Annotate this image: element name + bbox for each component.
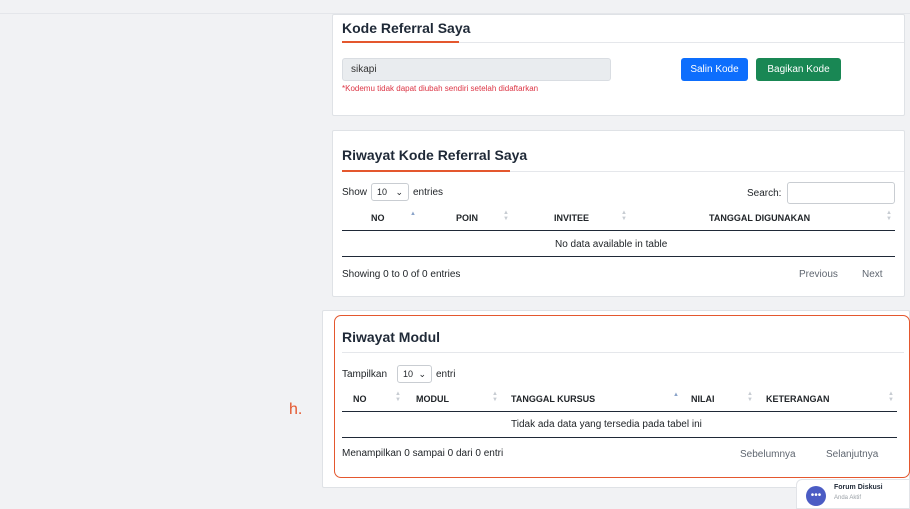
entries-label: entries — [413, 187, 444, 198]
column-header-tanggal-digunakan[interactable]: TANGGAL DIGUNAKAN — [709, 213, 810, 223]
column-header-invitee[interactable]: INVITEE — [554, 213, 589, 223]
entries-select-value: 10 — [403, 369, 414, 379]
annotation-marker: h. — [289, 401, 303, 418]
table-info: Showing 0 to 0 of 0 entries — [342, 269, 461, 280]
show-label: Tampilkan — [342, 369, 388, 380]
sort-icon: ▲ ▼ — [621, 210, 627, 222]
table-header-border — [342, 230, 895, 231]
chevron-down-icon: ⌄ — [395, 186, 403, 197]
chevron-down-icon: ⌄ — [418, 368, 426, 379]
search-label: Search: — [747, 188, 782, 199]
sort-icon: ▲ ▼ — [886, 210, 892, 222]
chat-status: Anda Aktif — [834, 495, 862, 501]
sort-icon: ▲ ▼ — [503, 210, 509, 222]
copy-code-button[interactable]: Salin Kode — [681, 58, 748, 81]
previous-button[interactable]: Previous — [799, 269, 838, 280]
sort-asc-icon: ▲ — [673, 392, 679, 398]
module-history-divider — [342, 352, 904, 353]
chat-title: Forum Diskusi — [834, 484, 883, 491]
empty-table-message: No data available in table — [555, 239, 668, 250]
referral-title-underline — [342, 41, 459, 43]
table-header-border — [342, 411, 897, 412]
column-header-poin[interactable]: POIN — [456, 213, 478, 223]
referral-history-title: Riwayat Kode Referral Saya — [342, 147, 528, 163]
referral-history-title-underline — [342, 170, 510, 172]
referral-note: *Kodemu tidak dapat diubah sendiri setel… — [342, 84, 539, 93]
module-history-title: Riwayat Modul — [342, 329, 441, 345]
show-label: Show — [342, 187, 368, 198]
column-header-modul[interactable]: MODUL — [416, 394, 449, 404]
column-header-tanggal-kursus[interactable]: TANGGAL KURSUS — [511, 394, 595, 404]
column-header-nilai[interactable]: NILAI — [691, 394, 715, 404]
left-panel — [0, 14, 321, 509]
entries-select-value: 10 — [377, 187, 388, 197]
share-code-button[interactable]: Bagikan Kode — [756, 58, 841, 81]
next-button[interactable]: Next — [862, 269, 883, 280]
entries-select[interactable]: 10 ⌄ — [371, 183, 409, 201]
entries-select[interactable]: 10 ⌄ — [397, 365, 432, 383]
sort-icon: ▲ ▼ — [492, 391, 498, 403]
next-button[interactable]: Selanjutnya — [826, 449, 878, 460]
sort-icon: ▲ ▼ — [747, 391, 753, 403]
sort-icon: ▲ ▼ — [888, 391, 894, 403]
sort-asc-icon: ▲ — [410, 211, 416, 217]
referral-title: Kode Referral Saya — [342, 20, 471, 36]
table-info: Menampilkan 0 sampai 0 dari 0 entri — [342, 448, 504, 459]
chat-dots-icon: ••• — [806, 486, 826, 506]
column-header-no[interactable]: NO — [353, 394, 367, 404]
column-header-keterangan[interactable]: KETERANGAN — [766, 394, 830, 404]
previous-button[interactable]: Sebelumnya — [740, 449, 796, 460]
referral-code-field[interactable]: sikapi — [342, 58, 611, 81]
search-input[interactable] — [787, 182, 895, 204]
entries-label: entri — [436, 369, 456, 380]
top-strip — [0, 0, 910, 14]
table-footer-border — [342, 437, 897, 438]
empty-table-message: Tidak ada data yang tersedia pada tabel … — [511, 419, 702, 430]
sort-icon: ▲ ▼ — [395, 391, 401, 403]
column-header-no[interactable]: NO — [371, 213, 385, 223]
table-footer-border — [342, 256, 895, 257]
